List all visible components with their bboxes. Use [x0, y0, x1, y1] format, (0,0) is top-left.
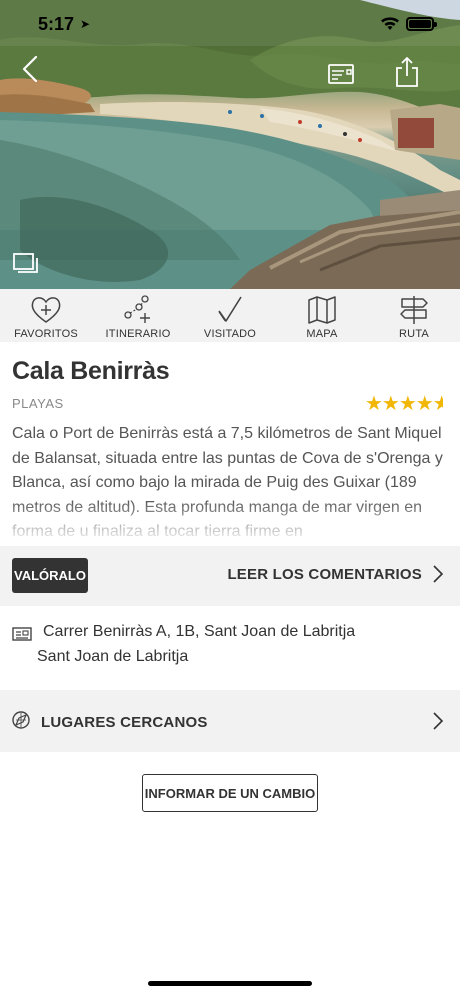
chevron-right-icon — [433, 565, 444, 583]
status-bar: 5:17 ➤ — [0, 0, 460, 48]
address-line-2: Sant Joan de Labritja — [37, 648, 189, 665]
rating-stars: ★★★★★ — [365, 391, 443, 416]
home-indicator — [148, 981, 312, 986]
checkmark-icon — [218, 296, 242, 322]
map-button[interactable]: MAPA — [276, 289, 368, 342]
itinerary-label: ITINERARIO — [105, 328, 171, 340]
read-comments-label: LEER LOS COMENTARIOS — [227, 565, 422, 583]
map-label: MAPA — [306, 328, 338, 340]
hero-photo: 5:17 ➤ — [0, 0, 460, 289]
read-comments-link[interactable]: LEER LOS COMENTARIOS — [227, 564, 444, 584]
battery-icon — [406, 17, 437, 31]
ticket-icon[interactable] — [326, 62, 356, 86]
favorites-button[interactable]: FAVORITOS — [0, 289, 92, 342]
itinerary-icon — [124, 295, 150, 323]
map-icon — [308, 296, 336, 324]
description-fade — [0, 500, 460, 542]
visited-label: VISITADO — [203, 328, 257, 340]
rate-comments-row: VALÓRALO LEER LOS COMENTARIOS — [0, 546, 460, 606]
heart-plus-icon — [31, 297, 61, 323]
address-section[interactable]: Carrer Benirràs A, 1B, Sant Joan de Labr… — [0, 606, 460, 690]
place-title: Cala Benirràs — [12, 357, 170, 385]
route-button[interactable]: RUTA — [368, 289, 460, 342]
address-line-1: Carrer Benirràs A, 1B, Sant Joan de Labr… — [43, 623, 356, 640]
back-arrow-icon[interactable] — [16, 54, 46, 84]
signpost-icon — [400, 296, 428, 324]
favorites-label: FAVORITOS — [14, 328, 78, 340]
nearby-places-row[interactable]: LUGARES CERCANOS — [0, 690, 460, 752]
rating-full-stars: ★★★★ — [365, 393, 434, 415]
compass-icon — [12, 711, 30, 729]
route-label: RUTA — [399, 328, 429, 340]
share-icon[interactable] — [394, 56, 420, 88]
action-bar: FAVORITOS ITINERARIO VISITADO MAPA RUTA — [0, 289, 460, 342]
nearby-places-label: LUGARES CERCANOS — [41, 714, 208, 731]
chevron-right-icon — [433, 712, 444, 730]
gallery-icon[interactable] — [12, 252, 40, 276]
wifi-icon — [381, 17, 399, 30]
report-change-button[interactable]: INFORMAR DE UN CAMBIO — [142, 774, 318, 812]
visited-button[interactable]: VISITADO — [184, 289, 276, 342]
address-card-icon — [12, 627, 32, 641]
rate-button[interactable]: VALÓRALO — [12, 558, 88, 593]
rating-half-star: ★ — [432, 393, 443, 415]
place-category: PLAYAS — [12, 396, 64, 411]
itinerary-button[interactable]: ITINERARIO — [92, 289, 184, 342]
status-time: 5:17 — [38, 14, 75, 34]
location-arrow-icon: ➤ — [80, 17, 91, 31]
